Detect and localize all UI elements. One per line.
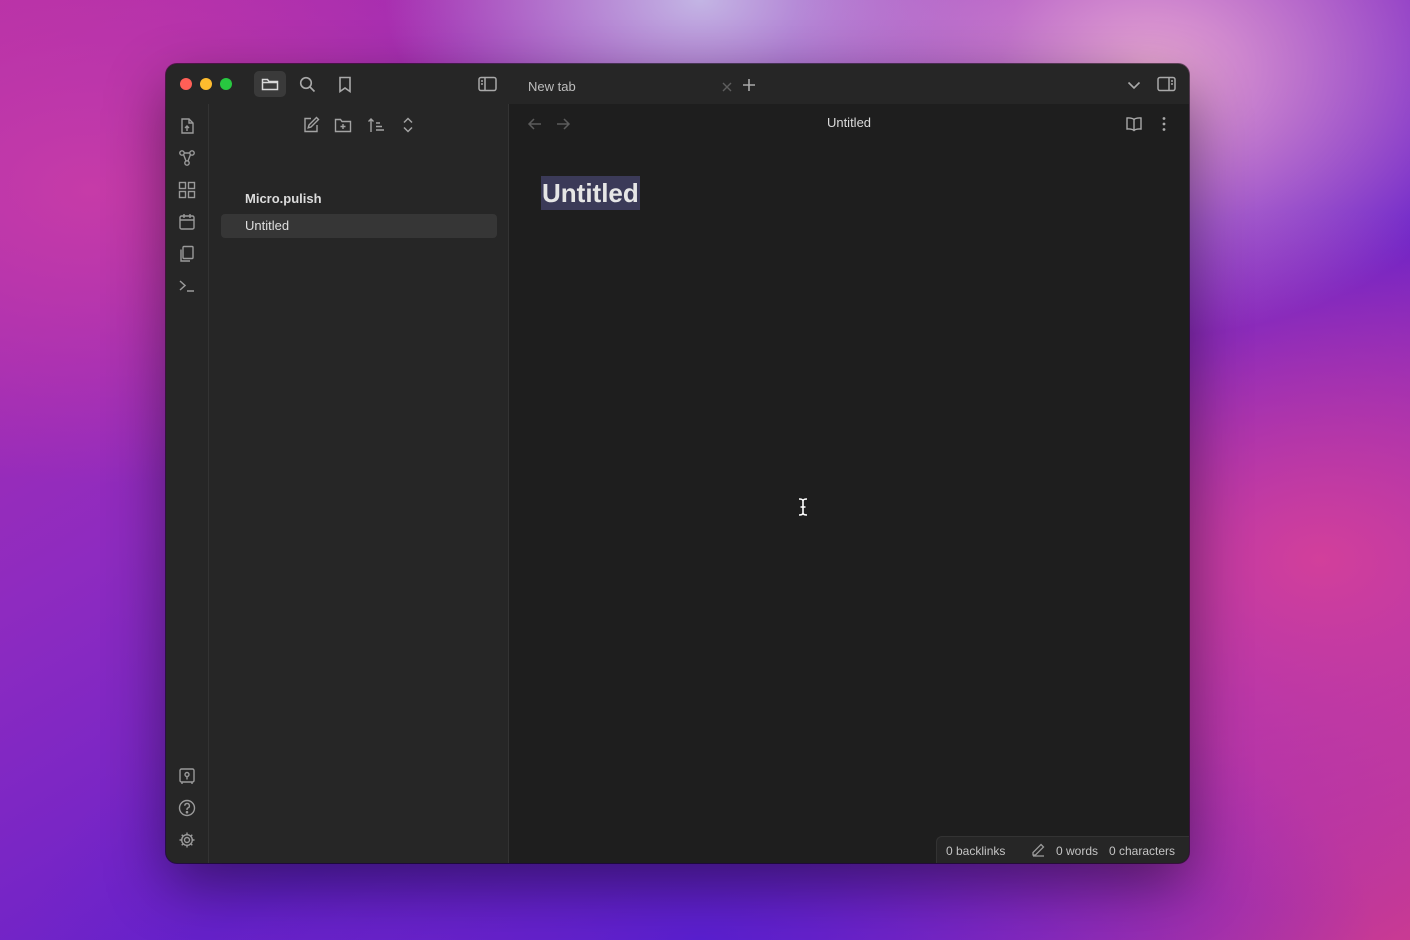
right-sidebar-toggle-icon[interactable] [1156, 75, 1176, 93]
sort-icon[interactable] [367, 116, 385, 134]
text-cursor-icon [797, 497, 809, 517]
file-item-label: Untitled [245, 218, 290, 233]
left-ribbon [166, 104, 209, 863]
open-quick-switcher-icon[interactable] [178, 117, 196, 135]
new-tab-icon[interactable] [741, 77, 757, 93]
new-folder-icon[interactable] [334, 116, 352, 134]
daily-note-calendar-icon[interactable] [178, 213, 196, 231]
new-note-icon[interactable] [302, 116, 320, 134]
file-explorer: Micro.pulish Untitled [209, 104, 509, 863]
graph-view-icon[interactable] [178, 149, 196, 167]
collapse-expand-icon[interactable] [399, 116, 417, 134]
pencil-icon [1031, 843, 1045, 857]
minimize-window-button[interactable] [200, 78, 212, 90]
bookmark-icon[interactable] [336, 75, 354, 93]
vault-switcher-icon[interactable] [178, 767, 196, 785]
chevron-down-icon[interactable] [1126, 77, 1142, 93]
title-bar: New tab [166, 64, 1189, 104]
folder-icon[interactable] [254, 71, 286, 97]
note-title[interactable]: Untitled [541, 176, 640, 210]
more-options-icon[interactable] [1155, 115, 1173, 133]
word-count: 0 words [1056, 844, 1099, 858]
canvas-icon[interactable] [178, 181, 196, 199]
settings-gear-icon[interactable] [178, 831, 196, 849]
templates-icon[interactable] [178, 245, 196, 263]
editor-pane: Untitled Untitled 0 backlinks 0 words 0 … [509, 104, 1189, 863]
tab-label: New tab [528, 79, 576, 94]
command-palette-terminal-icon[interactable] [178, 277, 196, 295]
view-header-title[interactable]: Untitled [509, 115, 1189, 130]
sidebar-toggle-icon[interactable] [477, 75, 497, 93]
character-count: 0 characters [1109, 844, 1176, 858]
reading-view-book-icon[interactable] [1125, 115, 1143, 133]
status-bar: 0 backlinks 0 words 0 characters [936, 836, 1189, 863]
obsidian-window: New tab Micro.pulish Untitled Untitled U… [166, 64, 1189, 863]
close-tab-icon[interactable] [720, 80, 734, 94]
backlinks-count[interactable]: 0 backlinks [946, 844, 1005, 858]
close-window-button[interactable] [180, 78, 192, 90]
tab-new-tab[interactable]: New tab [510, 72, 740, 102]
maximize-window-button[interactable] [220, 78, 232, 90]
help-icon[interactable] [178, 799, 196, 817]
file-item-untitled[interactable]: Untitled [221, 214, 497, 238]
search-icon[interactable] [298, 75, 316, 93]
vault-name[interactable]: Micro.pulish [245, 191, 322, 206]
